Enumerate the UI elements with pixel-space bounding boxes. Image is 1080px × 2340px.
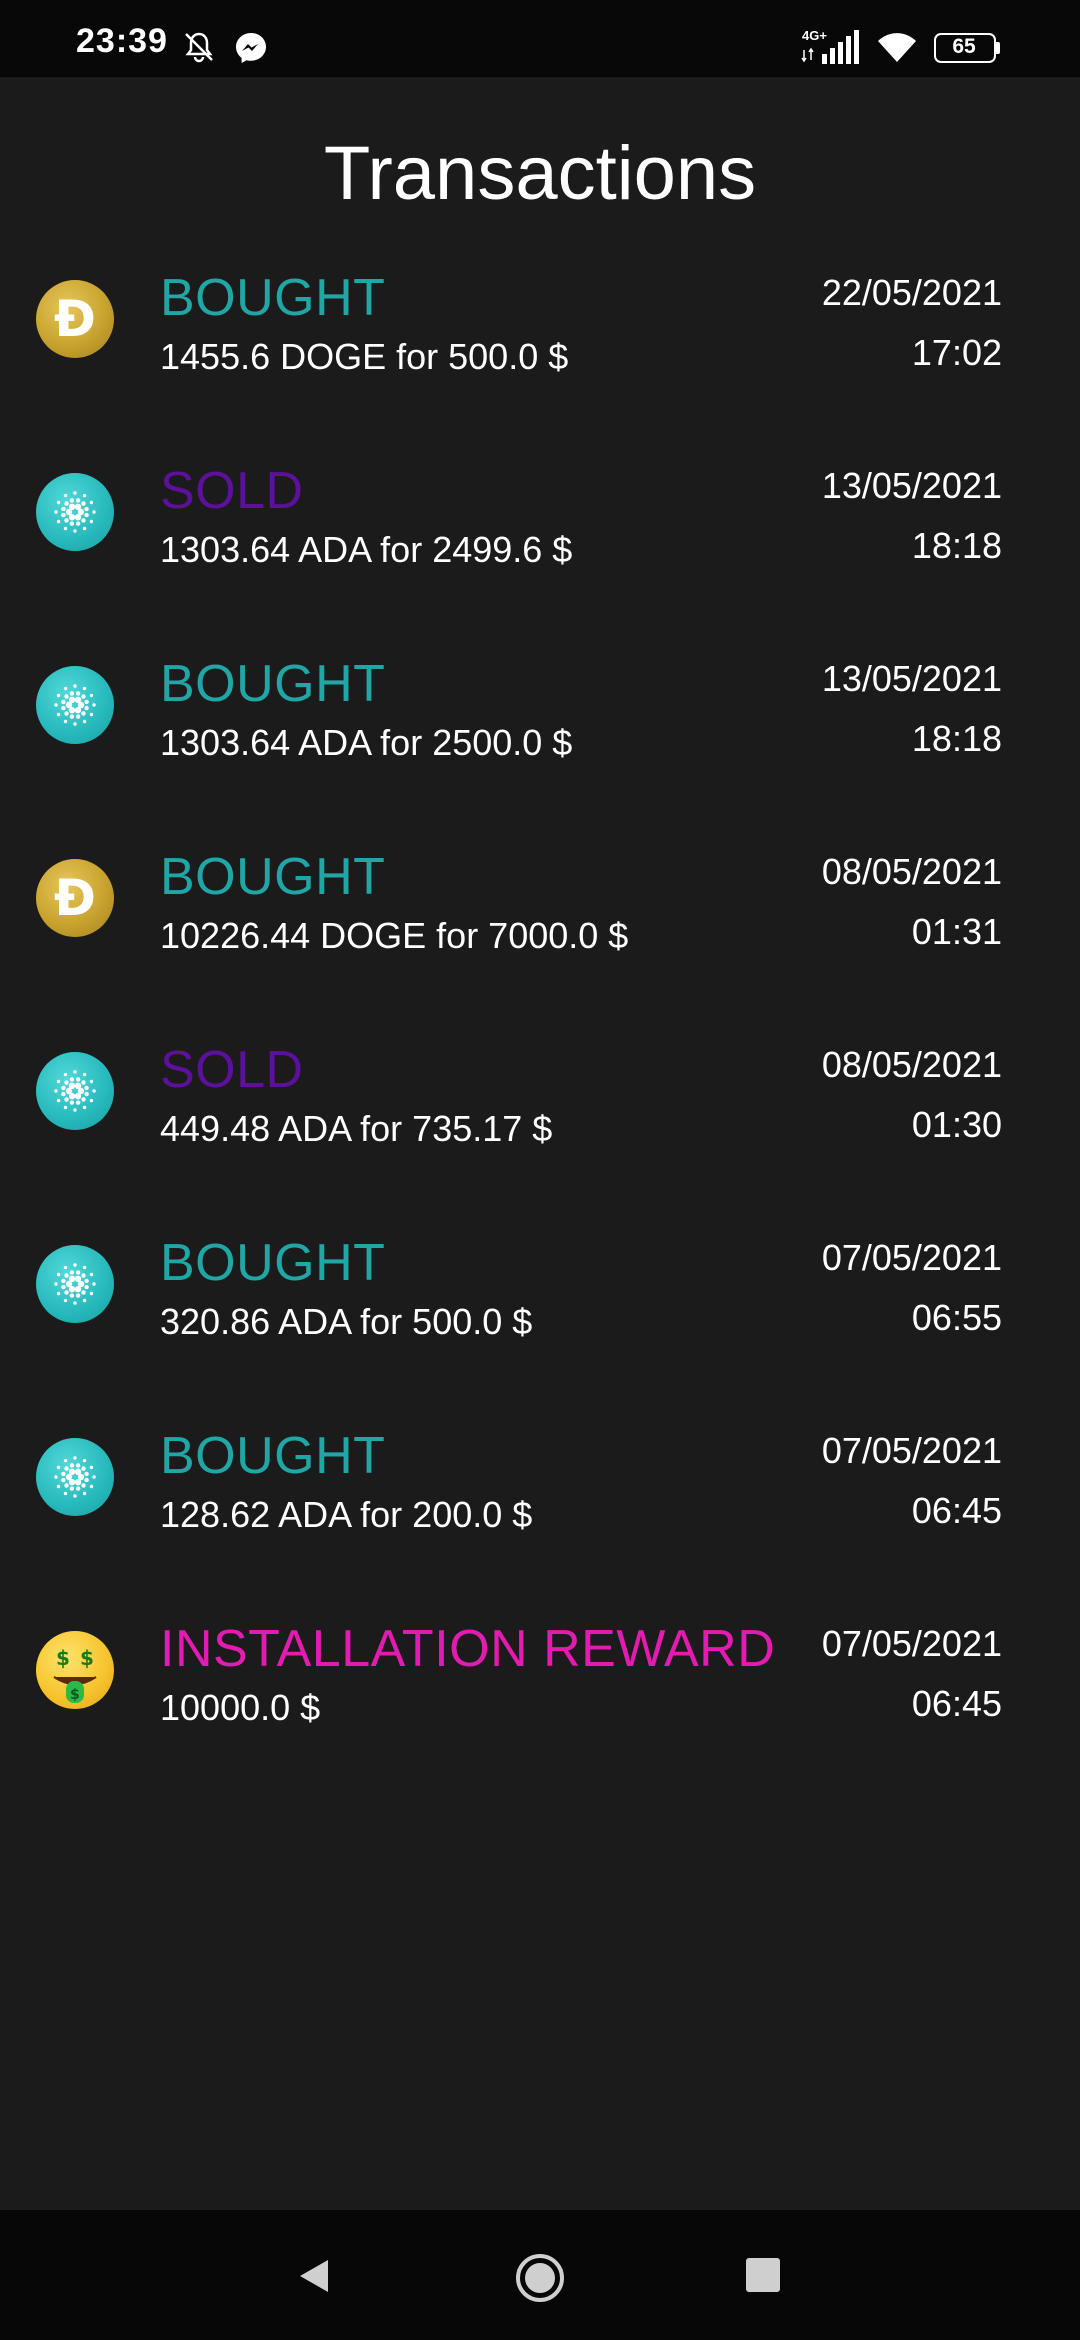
transaction-time: 06:45 xyxy=(911,1683,1002,1724)
transaction-detail: 449.48 ADA for 735.17 $ xyxy=(160,1108,553,1149)
transaction-type: BOUGHT xyxy=(160,848,386,906)
transaction-type: BOUGHT xyxy=(160,1427,386,1485)
transaction-row[interactable]: SOLD 449.48 ADA for 735.17 $ 08/05/2021 01:… xyxy=(0,1030,1080,1223)
cardano-coin-icon xyxy=(36,473,114,551)
recents-icon[interactable] xyxy=(746,2258,780,2292)
cardano-coin-icon xyxy=(36,666,114,744)
transaction-row[interactable]: Ð BOUGHT 1455.6 DOGE for 500.0 $ 22/05/2021… xyxy=(0,258,1080,451)
transaction-date: 22/05/2021 xyxy=(821,272,1002,313)
doge-coin-icon: Ð xyxy=(36,859,114,937)
cardano-coin-icon xyxy=(36,1052,114,1130)
transaction-type: BOUGHT xyxy=(160,269,386,327)
svg-text:$: $ xyxy=(80,1646,94,1670)
transaction-time: 01:30 xyxy=(911,1104,1002,1145)
transaction-row[interactable]: $ $ $ INSTALLATION REWARD 10000.0 $ 07/05/202… xyxy=(0,1609,1080,1802)
transaction-date: 13/05/2021 xyxy=(821,465,1002,506)
transaction-type: SOLD xyxy=(160,1041,304,1099)
navigation-bar xyxy=(0,2210,1080,2340)
transaction-type: SOLD xyxy=(160,462,304,520)
transaction-row[interactable]: SOLD 1303.64 ADA for 2499.6 $ 13/05/2021 18… xyxy=(0,451,1080,644)
transaction-time: 06:55 xyxy=(911,1297,1002,1338)
transaction-detail: 10226.44 DOGE for 7000.0 $ xyxy=(160,915,629,956)
signal-icon xyxy=(801,30,859,64)
transaction-detail: 128.62 ADA for 200.0 $ xyxy=(160,1494,533,1535)
transaction-date: 08/05/2021 xyxy=(821,851,1002,892)
transaction-detail: 1303.64 ADA for 2500.0 $ xyxy=(160,722,573,763)
transaction-time: 06:45 xyxy=(911,1490,1002,1531)
svg-text:$: $ xyxy=(56,1646,70,1670)
transaction-date: 13/05/2021 xyxy=(821,658,1002,699)
status-bar: 23:39 4G+ 65 xyxy=(0,0,1080,77)
transaction-row[interactable]: BOUGHT 320.86 ADA for 500.0 $ 07/05/2021 06… xyxy=(0,1223,1080,1416)
messenger-icon xyxy=(236,33,266,63)
home-icon[interactable] xyxy=(514,2252,566,2304)
transaction-list: Ð BOUGHT 1455.6 DOGE for 500.0 $ 22/05/2021… xyxy=(0,258,1080,1802)
wifi-icon xyxy=(878,33,916,62)
transaction-detail: 1455.6 DOGE for 500.0 $ xyxy=(160,336,569,377)
bell-muted-icon xyxy=(185,32,213,63)
transaction-detail: 1303.64 ADA for 2499.6 $ xyxy=(160,529,573,570)
transaction-time: 17:02 xyxy=(911,332,1002,373)
transaction-date: 07/05/2021 xyxy=(821,1237,1002,1278)
transaction-date: 07/05/2021 xyxy=(821,1430,1002,1471)
transaction-time: 18:18 xyxy=(911,525,1002,566)
cardano-coin-icon xyxy=(36,1438,114,1516)
transaction-type: BOUGHT xyxy=(160,1234,386,1292)
transaction-date: 08/05/2021 xyxy=(821,1044,1002,1085)
money-mouth-face-icon: $ $ $ xyxy=(36,1631,114,1709)
battery-level: 65 xyxy=(952,35,976,58)
transaction-type: BOUGHT xyxy=(160,655,386,713)
transaction-detail: 320.86 ADA for 500.0 $ xyxy=(160,1301,533,1342)
transaction-time: 01:31 xyxy=(911,911,1002,952)
svg-text:$: $ xyxy=(70,1687,80,1703)
cardano-coin-icon xyxy=(36,1245,114,1323)
battery-icon: 65 xyxy=(934,33,1000,63)
transaction-time: 18:18 xyxy=(911,718,1002,759)
doge-coin-icon: Ð xyxy=(36,280,114,358)
transaction-row[interactable]: BOUGHT 1303.64 ADA for 2500.0 $ 13/05/2021… xyxy=(0,644,1080,837)
transaction-row[interactable]: BOUGHT 128.62 ADA for 200.0 $ 07/05/2021 06… xyxy=(0,1416,1080,1609)
transaction-type: INSTALLATION REWARD xyxy=(160,1620,776,1678)
status-time: 23:39 xyxy=(76,22,168,60)
transaction-row[interactable]: Ð BOUGHT 10226.44 DOGE for 7000.0 $ 08/05/2… xyxy=(0,837,1080,1030)
transaction-detail: 10000.0 $ xyxy=(160,1687,321,1728)
transaction-date: 07/05/2021 xyxy=(821,1623,1002,1664)
back-icon[interactable] xyxy=(294,2256,334,2296)
page-title: Transactions xyxy=(323,131,757,216)
